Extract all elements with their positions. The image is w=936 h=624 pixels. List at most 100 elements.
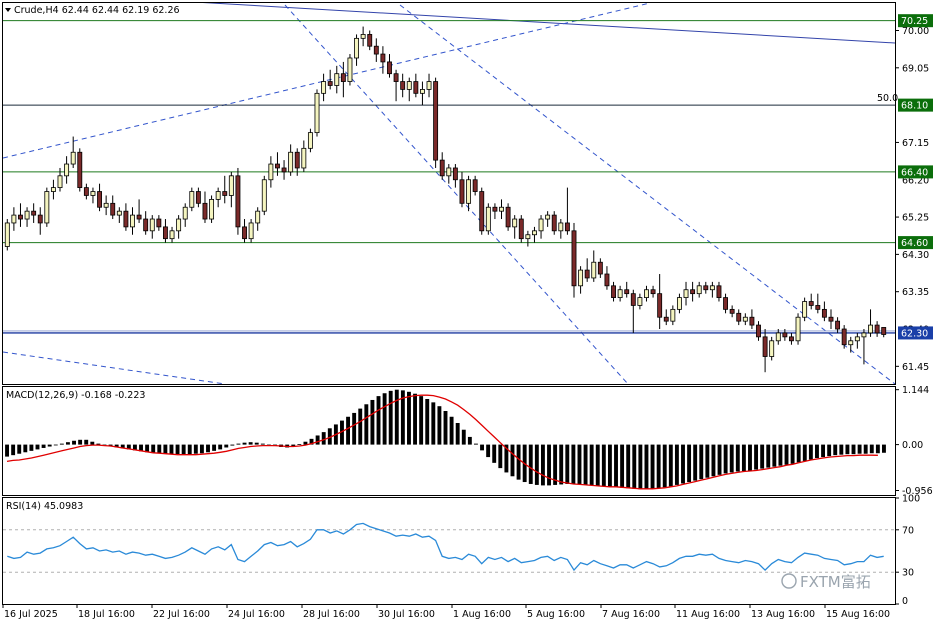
candle-body bbox=[77, 151, 83, 189]
macd-bar bbox=[47, 444, 52, 447]
candle-body bbox=[156, 218, 162, 228]
macd-bar bbox=[626, 444, 631, 489]
macd-bar bbox=[687, 444, 692, 483]
macd-bar bbox=[821, 444, 826, 458]
candle-body bbox=[248, 222, 254, 240]
rsi-axis: 100 70 30 0 bbox=[895, 494, 920, 607]
candle-body bbox=[683, 289, 689, 298]
macd-bar bbox=[467, 436, 472, 445]
candle-body bbox=[597, 261, 603, 275]
macd-bar bbox=[869, 444, 874, 454]
candle-body bbox=[123, 210, 129, 228]
price-tick-label: 67.15 bbox=[902, 138, 929, 149]
macd-bar bbox=[711, 444, 716, 477]
rsi-tick-label: 30 bbox=[902, 568, 914, 579]
macd-bar bbox=[151, 444, 156, 453]
time-tick-label: 11 Aug 16:00 bbox=[676, 609, 740, 620]
candle-body bbox=[97, 191, 102, 208]
macd-bar bbox=[212, 444, 217, 451]
macd-bar bbox=[419, 396, 424, 445]
candle-body bbox=[782, 332, 788, 338]
price-tick-label: 64.30 bbox=[902, 250, 929, 261]
macd-bar bbox=[297, 444, 302, 445]
macd-bar bbox=[772, 444, 777, 467]
candle-body bbox=[242, 226, 247, 240]
candle-body bbox=[439, 159, 445, 177]
watermark-text: FXTM富拓 bbox=[800, 573, 871, 591]
macd-bar bbox=[492, 444, 497, 463]
macd-bar bbox=[699, 444, 704, 480]
price-panel-frame bbox=[2, 2, 896, 385]
candle-body bbox=[209, 198, 215, 220]
candle-body bbox=[228, 175, 234, 196]
macd-bar bbox=[461, 429, 466, 445]
macd-bar bbox=[741, 444, 746, 471]
candle-body bbox=[50, 187, 56, 192]
macd-bar bbox=[833, 444, 838, 456]
macd-bar bbox=[601, 444, 606, 487]
candle-body bbox=[492, 206, 498, 212]
price-tick-label: 61.45 bbox=[902, 362, 929, 373]
macd-bar bbox=[53, 444, 58, 446]
candle-body bbox=[584, 269, 590, 279]
macd-bar bbox=[364, 404, 369, 445]
time-tick-label: 18 Jul 16:00 bbox=[78, 609, 135, 620]
macd-bar bbox=[346, 416, 351, 445]
candle-body bbox=[815, 305, 821, 310]
macd-bar bbox=[321, 432, 326, 445]
price-tick-label: 65.25 bbox=[902, 213, 929, 224]
chart-title: Crude,H4 62.44 62.44 62.19 62.26 bbox=[14, 5, 180, 16]
candle bbox=[347, 54, 353, 86]
candle-body bbox=[116, 210, 122, 216]
macd-bar bbox=[473, 443, 478, 445]
macd-bar bbox=[735, 444, 740, 472]
candle-body bbox=[591, 261, 597, 279]
rsi-label: RSI(14) 45.0983 bbox=[6, 501, 83, 512]
candle bbox=[795, 313, 801, 345]
candle bbox=[307, 128, 313, 153]
candle-body bbox=[611, 285, 616, 298]
macd-bar bbox=[199, 444, 204, 454]
candle-body bbox=[143, 218, 149, 232]
candle-body bbox=[624, 289, 630, 295]
macd-axis: 1.1440.00-0.956 bbox=[895, 385, 933, 497]
candle-body bbox=[149, 218, 155, 232]
macd-bar bbox=[206, 444, 210, 453]
macd-bar bbox=[187, 444, 192, 455]
macd-bar bbox=[571, 444, 576, 484]
price-tick-label: 69.05 bbox=[902, 63, 929, 74]
candle-body bbox=[512, 218, 518, 228]
macd-bar bbox=[534, 444, 539, 485]
candle-body bbox=[393, 73, 399, 82]
candle bbox=[4, 219, 10, 251]
candle-body bbox=[551, 214, 557, 232]
macd-bar bbox=[516, 444, 521, 480]
candle-body bbox=[406, 81, 412, 90]
macd-bar bbox=[754, 444, 759, 470]
chart-canvas: 50.0 70.00 69.05 67.15 65.25 64.30 63.35 61.45… bbox=[2, 2, 933, 620]
macd-bar bbox=[565, 444, 570, 484]
candle-body bbox=[37, 214, 43, 224]
macd-bar bbox=[559, 444, 564, 485]
macd-bar bbox=[845, 444, 850, 455]
macd-bar bbox=[644, 444, 649, 490]
macd-bar bbox=[540, 444, 545, 486]
time-axis: 16 Jul 2025 18 Jul 16:00 22 Jul 16:00 24 Ju… bbox=[2, 604, 890, 620]
candle-body bbox=[261, 179, 267, 212]
time-tick-label: 1 Aug 16:00 bbox=[453, 609, 511, 620]
macd-bar bbox=[157, 444, 162, 454]
candle-body bbox=[347, 57, 353, 82]
candle-body bbox=[505, 206, 511, 228]
macd-bar bbox=[528, 444, 533, 484]
candle-body bbox=[630, 293, 636, 306]
level-tag-text: 68.10 bbox=[901, 101, 928, 112]
candle-body bbox=[354, 37, 359, 59]
macd-bar bbox=[413, 393, 418, 445]
macd-bar bbox=[315, 435, 320, 445]
price-axis: 70.0069.0567.1565.2564.3063.3561.4566.20… bbox=[895, 26, 929, 373]
candle-body bbox=[215, 191, 221, 200]
macd-bar bbox=[650, 444, 655, 489]
candle-body bbox=[657, 293, 663, 318]
macd-bar bbox=[449, 416, 454, 445]
level-tag-text: 64.60 bbox=[901, 238, 928, 249]
